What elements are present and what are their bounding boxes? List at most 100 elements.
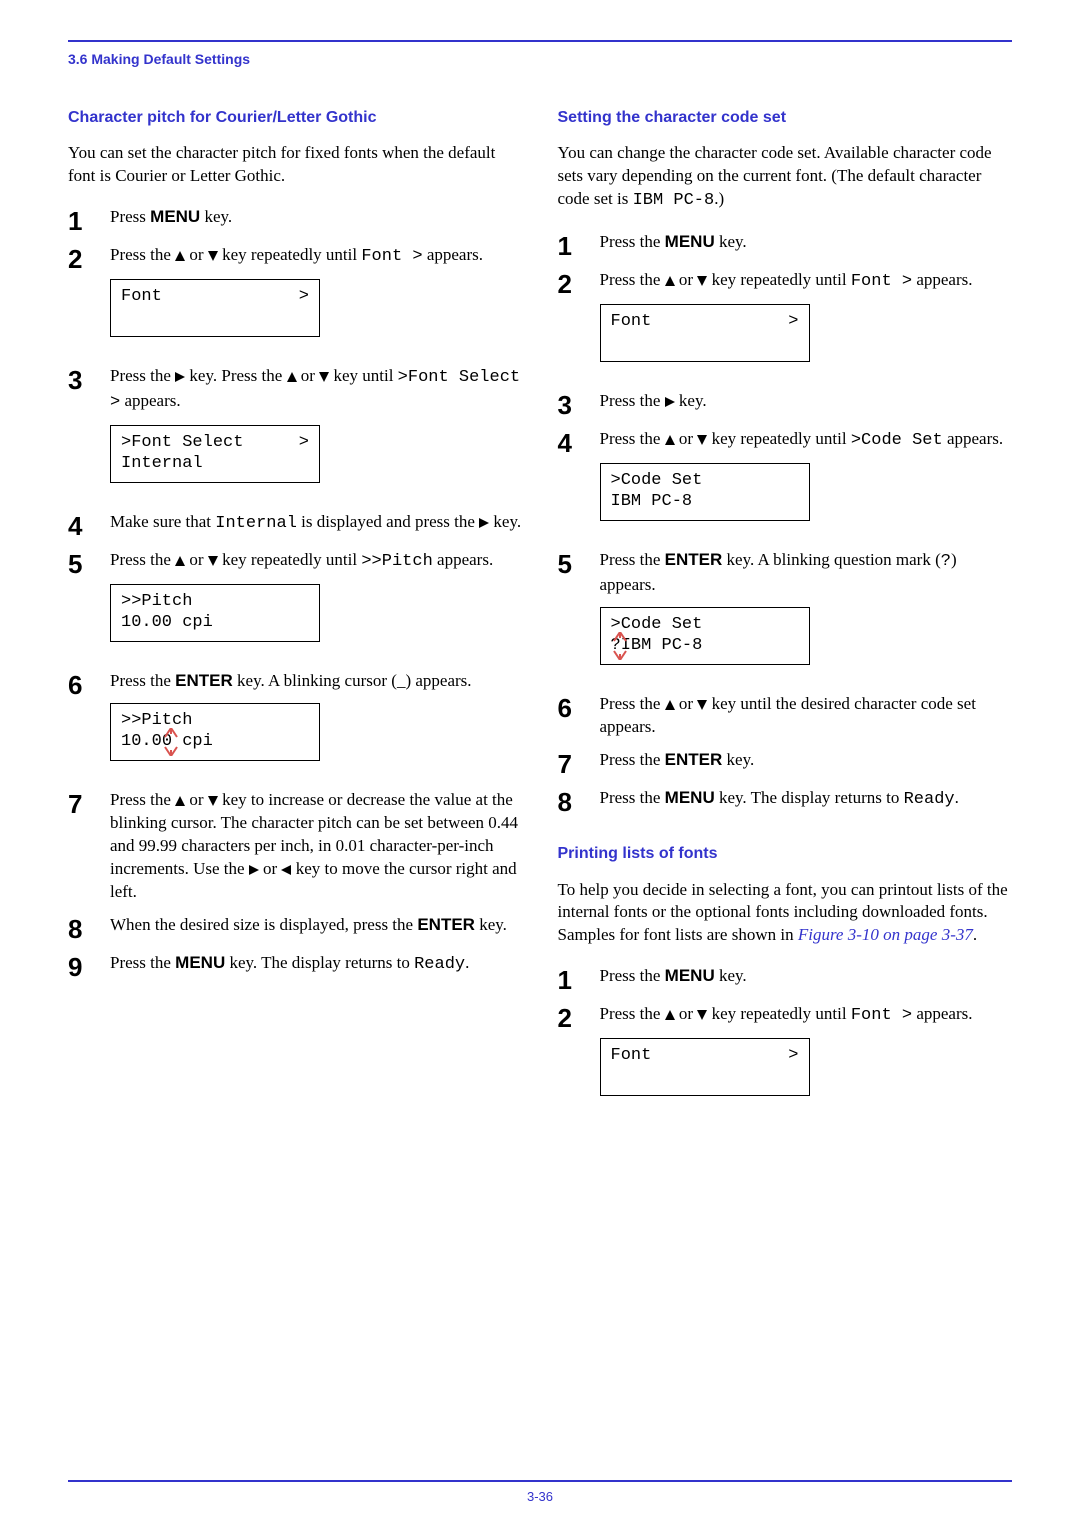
down-icon xyxy=(208,251,218,261)
lcd-text: Font xyxy=(121,286,162,307)
text: appears. xyxy=(433,550,493,569)
step-number: 8 xyxy=(68,914,110,942)
text: key. The display returns to xyxy=(225,953,414,972)
text: key repeatedly until xyxy=(707,270,851,289)
code: >>Pitch xyxy=(361,552,432,571)
menu-label: MENU xyxy=(665,232,715,251)
text: or xyxy=(675,1004,698,1023)
text: or xyxy=(675,429,698,448)
text: Press the xyxy=(600,429,665,448)
enter-label: ENTER xyxy=(175,671,233,690)
step: 4 Press the or key repeatedly until >Cod… xyxy=(558,428,1013,539)
down-icon xyxy=(208,556,218,566)
right-icon xyxy=(175,372,185,382)
lcd-display: >Code Set ?IBM PC-8 xyxy=(600,607,810,665)
step-number: 4 xyxy=(558,428,600,456)
lcd-arrow: > xyxy=(299,286,309,307)
code: Ready xyxy=(414,955,465,974)
text: Press the xyxy=(600,550,665,569)
step-number: 2 xyxy=(558,269,600,297)
text: Press the xyxy=(600,1004,665,1023)
text: Press the xyxy=(110,245,175,264)
lcd-display: Font > xyxy=(110,279,320,337)
text: Press the xyxy=(110,671,175,690)
text: . xyxy=(955,788,959,807)
lcd-text: >Code Set xyxy=(611,614,799,635)
code: IBM PC-8 xyxy=(633,191,715,210)
step: 5 Press the ENTER key. A blinking questi… xyxy=(558,549,1013,683)
right-icon xyxy=(249,865,259,875)
text: Make sure that xyxy=(110,512,215,531)
lcd-cursor-char: ? xyxy=(611,636,621,655)
text: key repeatedly until xyxy=(218,245,362,264)
text: Press the xyxy=(110,953,175,972)
page-number: 3-36 xyxy=(0,1488,1080,1506)
lcd-text: Font xyxy=(611,1045,652,1066)
down-icon xyxy=(697,1010,707,1020)
right-icon xyxy=(665,397,675,407)
step-number: 3 xyxy=(558,390,600,418)
step-number: 1 xyxy=(558,231,600,259)
text: Press the xyxy=(600,391,665,410)
code: Ready xyxy=(904,790,955,809)
text: When the desired size is displayed, pres… xyxy=(110,915,417,934)
text: key. Press the xyxy=(185,366,286,385)
up-icon xyxy=(175,556,185,566)
text: appears. xyxy=(423,245,483,264)
text: key repeatedly until xyxy=(218,550,362,569)
text: or xyxy=(185,790,208,809)
lcd-display: Font > xyxy=(600,1038,810,1096)
step-number: 2 xyxy=(558,1003,600,1031)
lcd-display: Font> xyxy=(600,304,810,362)
down-icon xyxy=(697,276,707,286)
up-icon xyxy=(665,700,675,710)
down-icon xyxy=(319,372,329,382)
enter-label: ENTER xyxy=(665,750,723,769)
step: 2 Press the or key repeatedly until Font… xyxy=(558,269,1013,380)
right-intro: You can change the character code set. A… xyxy=(558,142,1013,213)
top-rule xyxy=(68,40,1012,42)
step-number: 2 xyxy=(68,244,110,272)
text: Press the xyxy=(110,790,175,809)
lcd-text: IBM PC-8 xyxy=(611,491,799,512)
menu-label: MENU xyxy=(665,788,715,807)
text: or xyxy=(297,366,320,385)
text: key. xyxy=(475,915,507,934)
step: 1 Press MENU key. xyxy=(68,206,523,234)
text: or xyxy=(185,245,208,264)
step: 6 Press the or key until the desired cha… xyxy=(558,693,1013,739)
step: 2 Press the or key repeatedly until Font… xyxy=(558,1003,1013,1114)
text: Press the xyxy=(600,966,665,985)
text: or xyxy=(675,270,698,289)
step: 3 Press the key. xyxy=(558,390,1013,418)
lcd-text: 10.0 xyxy=(121,732,162,751)
left-intro: You can set the character pitch for fixe… xyxy=(68,142,523,188)
lcd-arrow: > xyxy=(788,1045,798,1066)
up-icon xyxy=(175,251,185,261)
step-number: 7 xyxy=(68,789,110,817)
text: . xyxy=(465,953,469,972)
lcd-display: >Font Select> Internal xyxy=(110,425,320,483)
lcd-text: >Code Set xyxy=(611,470,799,491)
step: 1 Press the MENU key. xyxy=(558,965,1013,993)
step: 8 When the desired size is displayed, pr… xyxy=(68,914,523,942)
code: >Code Set xyxy=(851,431,943,450)
up-icon xyxy=(287,372,297,382)
menu-label: MENU xyxy=(175,953,225,972)
menu-label: MENU xyxy=(150,207,200,226)
down-icon xyxy=(208,796,218,806)
lcd-text: 10.00 cpi xyxy=(121,612,309,633)
lcd-arrow: > xyxy=(788,311,798,332)
figure-link[interactable]: Figure 3-10 on page 3-37 xyxy=(798,925,973,944)
lcd-display: >Code Set IBM PC-8 xyxy=(600,463,810,521)
text: Press the xyxy=(110,550,175,569)
step: 5 Press the or key repeatedly until >>Pi… xyxy=(68,549,523,660)
text: appears. xyxy=(943,429,1003,448)
text: appears. xyxy=(120,391,180,410)
right-icon xyxy=(479,518,489,528)
up-icon xyxy=(175,796,185,806)
text: Press the xyxy=(600,788,665,807)
menu-label: MENU xyxy=(665,966,715,985)
section-header: 3.6 Making Default Settings xyxy=(68,50,1012,69)
up-icon xyxy=(665,276,675,286)
